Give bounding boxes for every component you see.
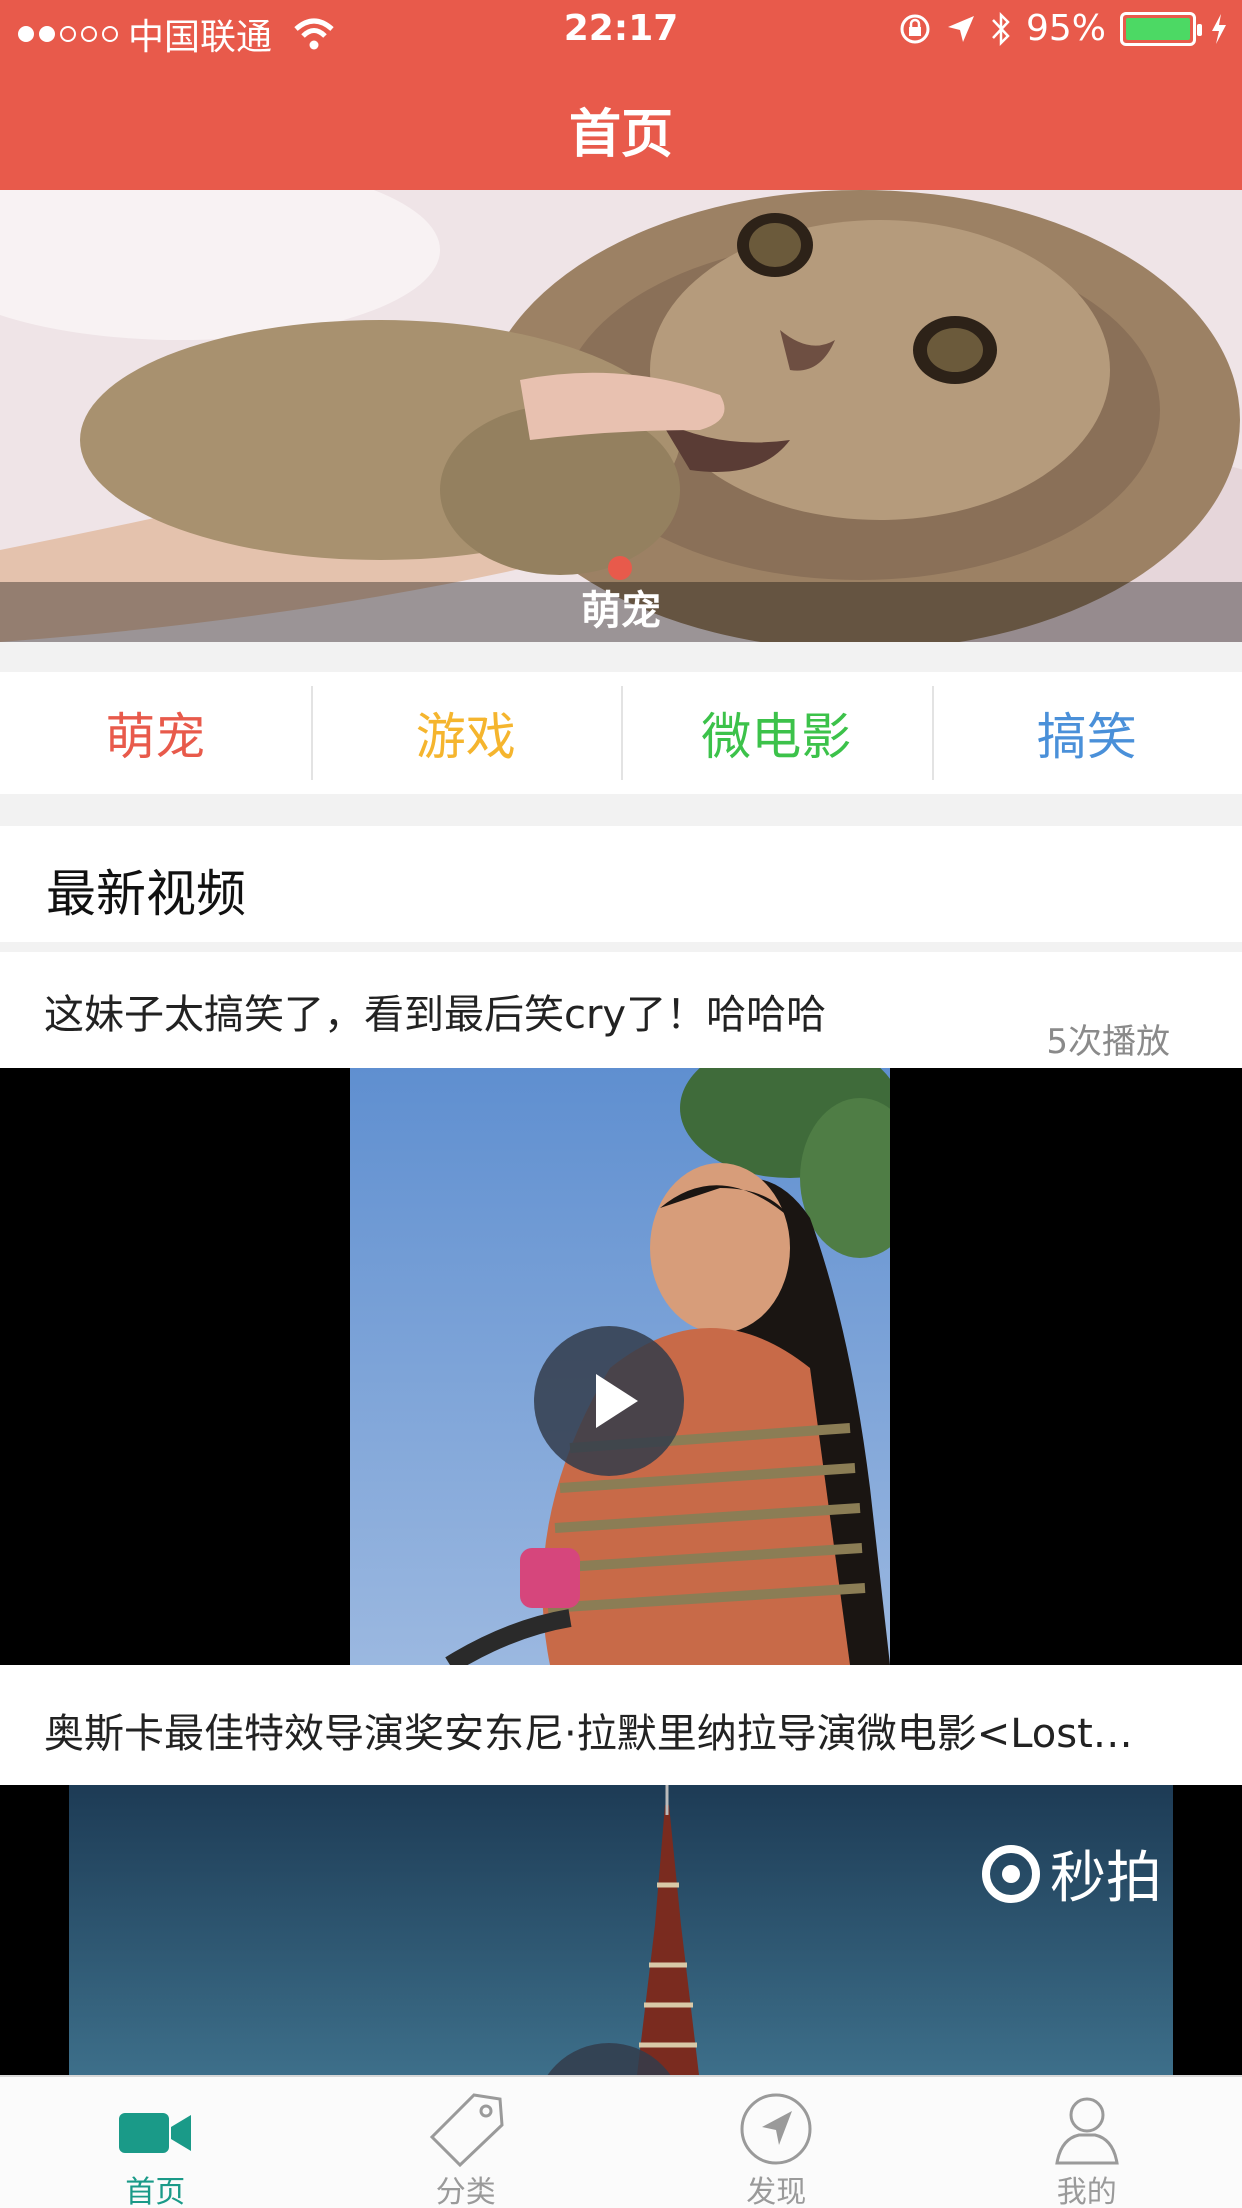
watermark-text: 秒拍 <box>1050 1846 1162 1911</box>
compass-icon <box>740 2093 812 2165</box>
video-title[interactable]: 这妹子太搞笑了，看到最后笑cry了！哈哈哈 <box>44 982 1204 1040</box>
video-player[interactable]: 秒拍 <box>0 1785 1242 2075</box>
tab-label: 发现 <box>746 2175 807 2208</box>
latest-videos-header: 最新视频 <box>0 826 1242 942</box>
battery-icon <box>1120 11 1202 46</box>
tab-bar: 首页 分类 发现 我的 <box>0 2075 1242 2208</box>
section-title: 最新视频 <box>46 865 246 923</box>
video-title[interactable]: 奥斯卡最佳特效导演奖安东尼·拉默里纳拉导演微电影<Lost… <box>44 1701 1204 1759</box>
location-arrow-icon <box>947 15 974 42</box>
category-bar: 萌宠 游戏 微电影 搞笑 <box>0 672 1242 794</box>
bluetooth-icon <box>992 11 1010 46</box>
page-title: 首页 <box>568 105 673 165</box>
tab-label: 分类 <box>435 2175 496 2208</box>
play-button[interactable] <box>534 1326 684 1476</box>
tab-home[interactable]: 首页 <box>0 2077 311 2208</box>
person-icon <box>1054 2097 1119 2165</box>
category-games[interactable]: 游戏 <box>310 672 622 794</box>
battery-percent: 95% <box>1025 8 1106 49</box>
charging-bolt-icon <box>1212 13 1226 44</box>
orientation-lock-icon <box>900 14 930 43</box>
tab-me[interactable]: 我的 <box>932 2077 1242 2208</box>
banner-carousel[interactable]: 萌宠 <box>0 190 1242 642</box>
video-player[interactable] <box>0 1068 1242 1665</box>
tab-label: 我的 <box>1056 2175 1117 2208</box>
video-camera-icon <box>119 2113 192 2153</box>
category-micro-film[interactable]: 微电影 <box>621 672 932 794</box>
miaopai-logo-icon <box>982 1844 1040 1903</box>
tab-discover[interactable]: 发现 <box>621 2077 932 2208</box>
category-funny[interactable]: 搞笑 <box>931 672 1242 794</box>
video-thumbnail-tower <box>69 1785 1173 2075</box>
banner-caption: 萌宠 <box>581 588 661 634</box>
tab-category[interactable]: 分类 <box>311 2077 622 2208</box>
video-title-row[interactable]: 这妹子太搞笑了，看到最后笑cry了！哈哈哈 5次播放 <box>0 952 1242 1068</box>
miaopai-watermark: 秒拍 <box>982 1833 1162 1914</box>
top-bar: 中国联通 22:17 95% 首页 <box>0 0 1242 190</box>
tag-icon <box>429 2093 504 2168</box>
tab-label: 首页 <box>125 2175 186 2208</box>
page-indicator-dot[interactable] <box>608 556 632 580</box>
video-title-row[interactable]: 奥斯卡最佳特效导演奖安东尼·拉默里纳拉导演微电影<Lost… <box>0 1665 1242 1785</box>
play-count: 5次播放 <box>1046 1022 1170 1062</box>
status-bar: 中国联通 22:17 95% <box>0 0 1242 62</box>
category-pets[interactable]: 萌宠 <box>0 672 311 794</box>
